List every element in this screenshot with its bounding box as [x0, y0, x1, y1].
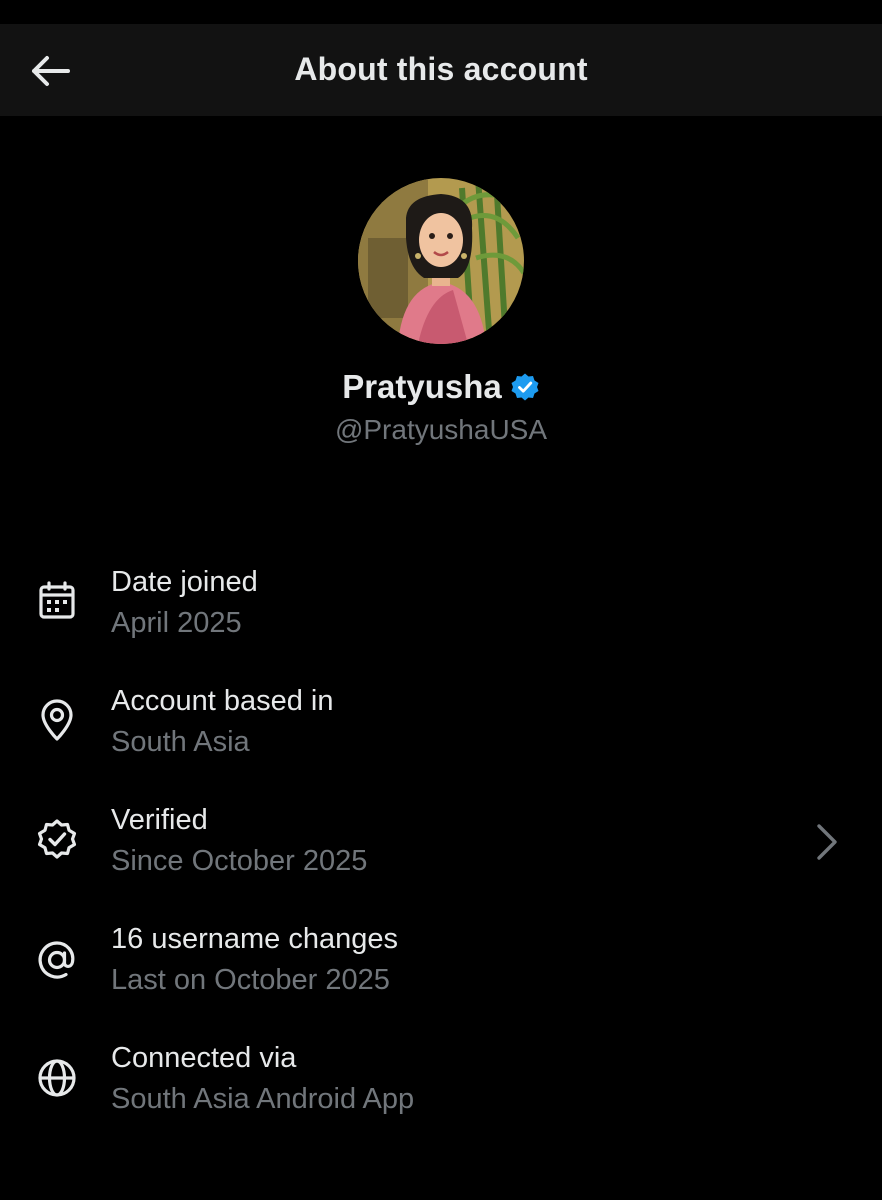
avatar-illustration: [358, 178, 524, 344]
detail-row-account-based-in: Account based in South Asia: [0, 679, 882, 779]
avatar[interactable]: [358, 178, 524, 344]
status-bar-strip: [0, 0, 882, 24]
detail-row-connected-via: Connected via South Asia Android App: [0, 1036, 882, 1136]
detail-label: 16 username changes: [111, 923, 398, 955]
globe-icon: [34, 1055, 80, 1101]
at-sign-icon: [34, 937, 80, 983]
verified-badge-icon: [511, 373, 539, 401]
detail-value: South Asia Android App: [111, 1083, 415, 1115]
location-pin-icon: [34, 697, 80, 743]
display-name-row: Pratyusha: [0, 368, 882, 406]
detail-value: Since October 2025: [111, 845, 368, 877]
detail-label: Account based in: [111, 685, 334, 717]
detail-row-date-joined: Date joined April 2025: [0, 560, 882, 660]
detail-row-verified[interactable]: Verified Since October 2025: [0, 798, 882, 898]
detail-label: Verified: [111, 804, 208, 836]
detail-row-username-changes: 16 username changes Last on October 2025: [0, 917, 882, 1017]
display-name: Pratyusha: [342, 368, 502, 405]
detail-value: Last on October 2025: [111, 964, 390, 996]
detail-label: Date joined: [111, 566, 258, 598]
calendar-icon: [34, 578, 80, 624]
chevron-right-icon: [812, 820, 842, 864]
username-handle: @PratyushaUSA: [334, 414, 548, 445]
detail-value: South Asia: [111, 726, 250, 758]
page-title: About this account: [294, 51, 588, 87]
top-app-bar: About this account: [0, 24, 882, 116]
detail-label: Connected via: [111, 1042, 297, 1074]
verified-badge-outline-icon: [34, 816, 80, 862]
detail-value: April 2025: [111, 607, 242, 639]
